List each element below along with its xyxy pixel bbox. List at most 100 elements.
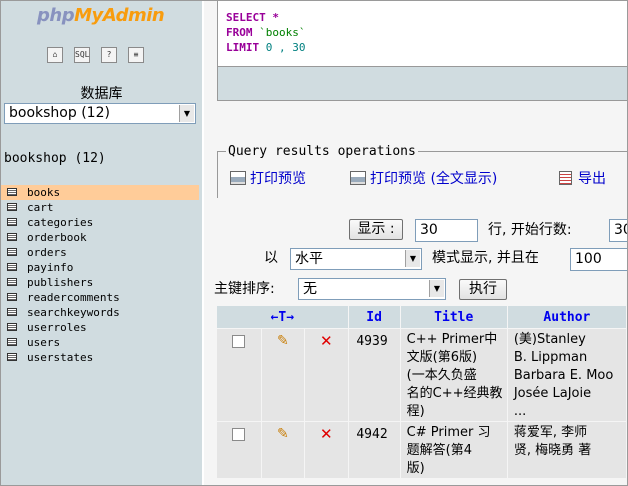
show-button[interactable]: 显示 :	[349, 219, 403, 240]
table-icon[interactable]	[7, 263, 17, 271]
sql-query-box: SELECT * FROM `books` LIMIT 0 , 30	[217, 1, 627, 68]
sort-label: 主键排序:	[214, 281, 275, 297]
operations-legend: Query results operations	[226, 144, 418, 159]
row-checkbox[interactable]	[232, 335, 246, 348]
export-link[interactable]: 导出	[559, 168, 606, 188]
export-icon	[559, 171, 572, 185]
printer-icon	[350, 171, 366, 185]
author-line: Josée LaJoie	[513, 386, 592, 401]
table-icon[interactable]	[7, 233, 17, 241]
title-line: 程)	[406, 404, 425, 419]
table-icon[interactable]	[7, 203, 17, 211]
table-icon[interactable]	[7, 248, 17, 256]
sidebar-item-label: publishers	[27, 276, 94, 289]
sidebar-item-users[interactable]: users	[1, 335, 199, 350]
table-icon[interactable]	[7, 308, 17, 316]
sidebar-item-orders[interactable]: orders	[1, 245, 199, 260]
delete-icon[interactable]: ✕	[320, 332, 333, 350]
row-checkbox[interactable]	[232, 428, 246, 441]
display-mode-select[interactable]: 水平 ▼	[290, 248, 422, 270]
sidebar-item-categories[interactable]: categories	[1, 215, 199, 230]
sidebar-item-orderbook[interactable]: orderbook	[1, 230, 199, 245]
id-cell: 4939	[348, 329, 400, 421]
sidebar-item-userroles[interactable]: userroles	[1, 320, 199, 335]
author-line: B. Lippman	[513, 350, 588, 365]
column-arrows-header[interactable]: ←T→	[217, 306, 348, 328]
sidebar-item-searchkeywords[interactable]: searchkeywords	[1, 305, 199, 320]
start-row-input[interactable]: 30	[609, 219, 627, 242]
sidebar-item-books[interactable]: books	[1, 185, 199, 200]
title-line: 题解答(第4	[406, 443, 472, 458]
title-line: C# Primer 习	[406, 425, 491, 440]
title-line: C++ Primer中	[406, 332, 498, 347]
sidebar-item-label: userstates	[27, 351, 94, 364]
chevron-down-icon[interactable]: ▼	[179, 105, 194, 122]
sidebar-item-label: books	[27, 186, 61, 199]
sidebar-item-userstates[interactable]: userstates	[1, 350, 199, 365]
author-line: 蒋爱军, 李师	[513, 425, 588, 440]
sidebar-item-label: searchkeywords	[27, 306, 120, 319]
table-icon[interactable]	[7, 323, 17, 331]
table-icon[interactable]	[7, 293, 17, 301]
execute-button[interactable]: 执行	[459, 279, 507, 300]
rows-label: 行, 开始行数:	[488, 222, 572, 238]
sql-action-bar	[217, 66, 627, 101]
query-results-operations: Query results operations 打印预览 打印预览 (全文显示…	[217, 144, 627, 198]
sort-select[interactable]: 无 ▼	[298, 278, 446, 300]
edit-icon[interactable]: ✎	[277, 425, 289, 443]
title-cell: C# Primer 习题解答(第4 版)	[400, 422, 507, 478]
results-body: ✎ ✕ 4939 C++ Primer中 文版(第6版) (一本久负盛 名的C++经典教 程)…	[217, 329, 626, 478]
sidebar-item-cart[interactable]: cart	[1, 200, 199, 215]
table-icon[interactable]	[7, 353, 17, 361]
table-icon[interactable]	[7, 188, 17, 196]
phpmyadmin-logo[interactable]: phpMyAdmin	[37, 5, 165, 26]
docs-icon[interactable]: ≡	[128, 47, 144, 63]
sidebar-item-label: cart	[27, 201, 54, 214]
help-icon[interactable]: ?	[101, 47, 117, 63]
print-view-full-link[interactable]: 打印预览 (全文显示)	[350, 168, 497, 188]
table-icon[interactable]	[7, 278, 17, 286]
column-header-author[interactable]: Author	[507, 306, 626, 328]
chevron-down-icon[interactable]: ▼	[429, 280, 444, 297]
delete-icon[interactable]: ✕	[320, 425, 333, 443]
nav-icon-bar: ⌂ SQL? ≡	[47, 47, 155, 63]
print-view-link[interactable]: 打印预览	[230, 168, 306, 188]
column-header-id[interactable]: Id	[348, 306, 400, 328]
title-cell: C++ Primer中 文版(第6版) (一本久负盛 名的C++经典教 程)	[400, 329, 507, 421]
sidebar-item-label: orderbook	[27, 231, 87, 244]
rows-input[interactable]: 30	[415, 219, 478, 242]
sidebar-item-publishers[interactable]: publishers	[1, 275, 199, 290]
table-header-row: ←T→ Id Title Author	[217, 306, 626, 328]
id-cell: 4942	[348, 422, 400, 478]
sql-icon[interactable]: SQL	[74, 47, 90, 63]
sidebar-item-payinfo[interactable]: payinfo	[1, 260, 199, 275]
database-select[interactable]: bookshop (12) ▼	[4, 103, 196, 124]
mode-label: 模式显示, 并且在	[432, 250, 539, 266]
author-line: Barbara E. Moo	[513, 368, 614, 383]
home-icon[interactable]: ⌂	[47, 47, 63, 63]
sidebar-item-label: users	[27, 336, 61, 349]
sidebar-item-label: userroles	[27, 321, 87, 334]
chevron-down-icon[interactable]: ▼	[405, 250, 420, 267]
repeat-headers-input[interactable]: 100	[570, 248, 627, 271]
printer-icon	[230, 171, 246, 185]
table-row: ✎ ✕ 4939 C++ Primer中 文版(第6版) (一本久负盛 名的C++经典教 程)…	[217, 329, 626, 421]
author-cell: 蒋爱军, 李师 贤, 梅晓勇 著	[507, 422, 626, 478]
column-header-title[interactable]: Title	[400, 306, 507, 328]
edit-icon[interactable]: ✎	[277, 332, 289, 350]
results-table: ←T→ Id Title Author ✎ ✕ 4939 C++ Primer中 文版(…	[216, 305, 627, 479]
database-heading[interactable]: bookshop (12)	[4, 151, 106, 166]
table-icon[interactable]	[7, 218, 17, 226]
sidebar-item-label: readercomments	[27, 291, 120, 304]
title-line: (一本久负盛	[406, 368, 477, 383]
table-list: books cart categories orderbook orders payinf…	[1, 185, 199, 365]
with-label: 以	[264, 250, 278, 266]
database-select-value: bookshop (12)	[9, 105, 110, 121]
sidebar-item-readercomments[interactable]: readercomments	[1, 290, 199, 305]
table-icon[interactable]	[7, 338, 17, 346]
sidebar-item-label: categories	[27, 216, 94, 229]
sidebar-item-label: orders	[27, 246, 67, 259]
navigation-frame: phpMyAdmin ⌂ SQL? ≡ 数据库 bookshop (12) ▼ bo…	[1, 1, 202, 485]
title-line: 版)	[406, 461, 425, 476]
database-label: 数据库	[80, 86, 123, 102]
